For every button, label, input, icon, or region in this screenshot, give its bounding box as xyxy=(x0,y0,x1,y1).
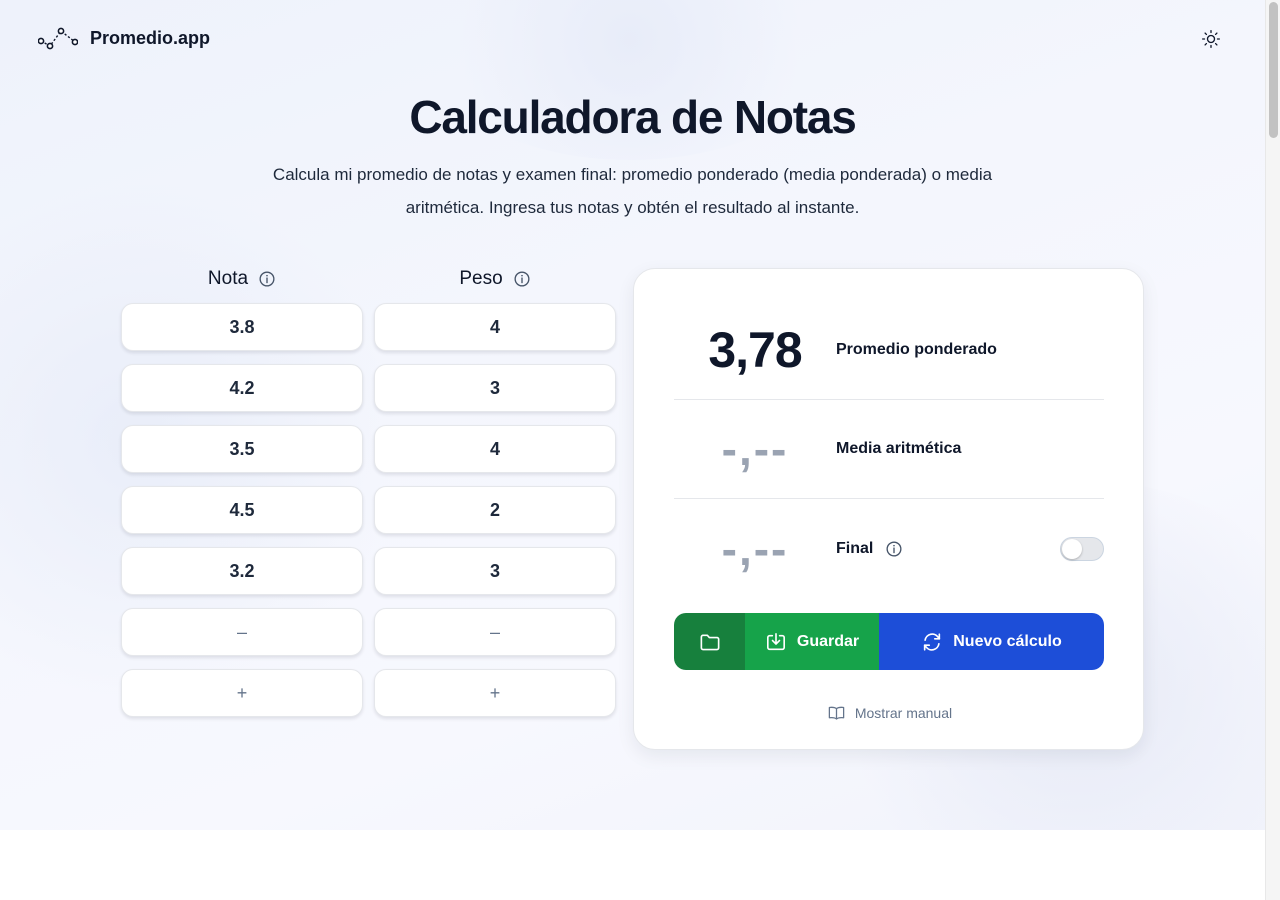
refresh-icon xyxy=(924,632,941,651)
open-folder-button[interactable] xyxy=(674,613,745,670)
nota-input[interactable]: 4.2 xyxy=(121,364,363,412)
final-toggle-switch[interactable] xyxy=(1060,537,1104,561)
nota-input[interactable]: 3.5 xyxy=(121,425,363,473)
nota-input[interactable]: 4.5 xyxy=(121,486,363,534)
show-manual-link[interactable]: Mostrar manual xyxy=(634,705,1145,721)
sun-icon xyxy=(1202,30,1220,48)
subtitle-line: aritmética. Ingresa tus notas y obtén el… xyxy=(405,198,860,217)
peso-input[interactable]: 4 xyxy=(374,425,616,473)
weighted-average-row: 3,78 Promedio ponderado xyxy=(674,301,1104,400)
weighted-average-label: Promedio ponderado xyxy=(836,341,997,358)
nota-input[interactable]: 3.8 xyxy=(121,303,363,351)
arithmetic-mean-row: -,-- Media aritmética xyxy=(674,400,1104,499)
info-icon[interactable] xyxy=(885,540,903,558)
peso-column-header: Peso xyxy=(374,268,616,290)
info-icon[interactable] xyxy=(513,270,531,288)
weighted-average-value: 3,78 xyxy=(708,322,802,378)
remove-row-button[interactable]: – xyxy=(374,608,616,656)
final-grade-row: -,-- Final xyxy=(674,499,1104,598)
peso-input[interactable]: 4 xyxy=(374,303,616,351)
download-icon xyxy=(766,632,785,650)
page-subtitle: Calcula mi promedio de notas y examen fi… xyxy=(240,158,1025,224)
arithmetic-mean-label: Media aritmética xyxy=(836,440,962,457)
peso-input[interactable]: 2 xyxy=(374,486,616,534)
action-button-group: Guardar Nuevo cálculo xyxy=(674,613,1104,670)
brand-name[interactable]: Promedio.app xyxy=(90,28,210,49)
theme-toggle-button[interactable] xyxy=(1199,27,1223,51)
remove-row-button[interactable]: – xyxy=(121,608,363,656)
folder-icon xyxy=(700,634,719,650)
nota-header-label: Nota xyxy=(207,268,249,289)
arithmetic-mean-value: -,-- xyxy=(721,423,789,475)
site-header: Promedio.app xyxy=(38,26,210,50)
peso-header-label: Peso xyxy=(459,268,503,289)
results-card: 3,78 Promedio ponderado -,-- Media aritm… xyxy=(633,268,1144,750)
page-scrollbar[interactable] xyxy=(1265,0,1280,900)
new-calculation-label: Nuevo cálculo xyxy=(953,632,1062,650)
add-row-button[interactable]: + xyxy=(374,669,616,717)
save-button[interactable]: Guardar xyxy=(745,613,879,670)
final-grade-label: Final xyxy=(836,539,874,557)
peso-input[interactable]: 3 xyxy=(374,547,616,595)
save-button-label: Guardar xyxy=(796,632,860,650)
line-chart-logo-icon xyxy=(38,27,78,50)
book-icon xyxy=(828,706,845,720)
subtitle-line: Calcula mi promedio de notas y examen fi… xyxy=(272,165,993,184)
toggle-knob xyxy=(1062,539,1082,559)
show-manual-label: Mostrar manual xyxy=(854,705,953,721)
new-calculation-button[interactable]: Nuevo cálculo xyxy=(879,613,1104,670)
info-icon[interactable] xyxy=(258,270,276,288)
scrollbar-thumb[interactable] xyxy=(1269,2,1278,138)
nota-column-header: Nota xyxy=(121,268,363,290)
page-title: Calculadora de Notas xyxy=(409,91,857,143)
nota-input[interactable]: 3.2 xyxy=(121,547,363,595)
final-grade-label-group: Final xyxy=(836,540,903,558)
peso-input[interactable]: 3 xyxy=(374,364,616,412)
add-row-button[interactable]: + xyxy=(121,669,363,717)
final-grade-value: -,-- xyxy=(721,522,789,575)
